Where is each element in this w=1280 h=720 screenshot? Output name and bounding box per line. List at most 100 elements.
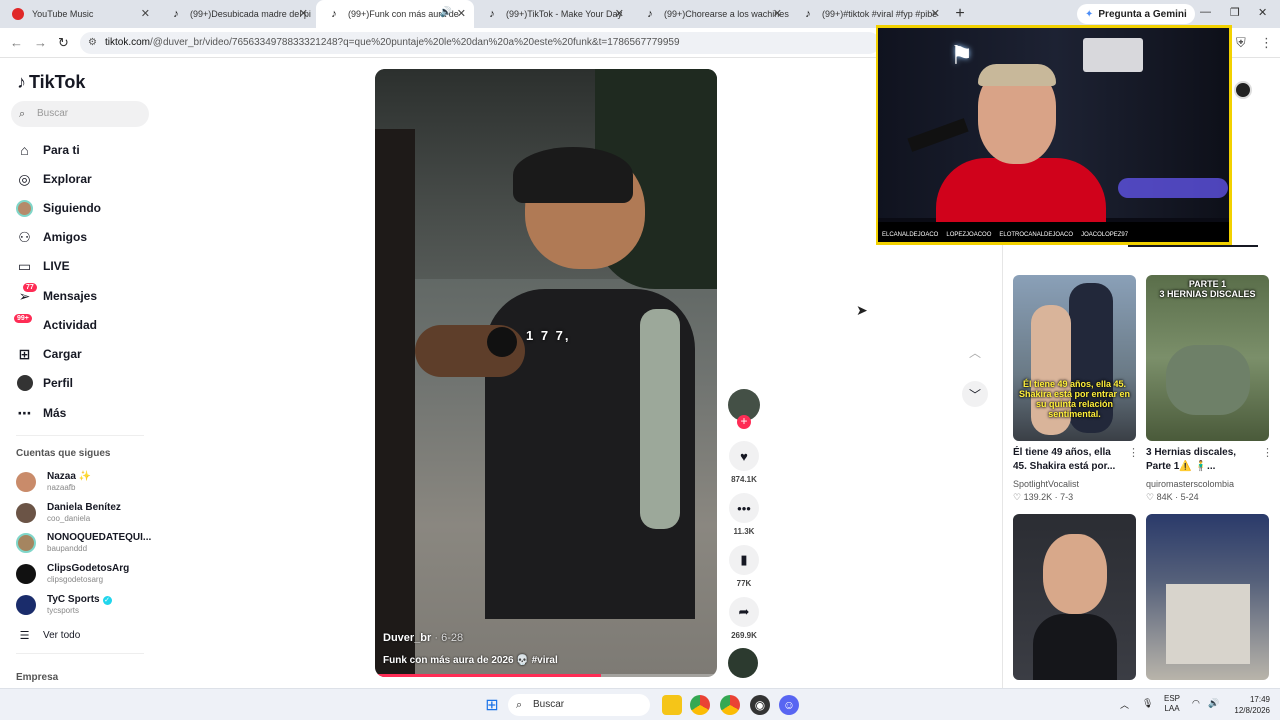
- taskbar-search[interactable]: ⌕ Buscar: [508, 694, 650, 716]
- compass-icon: ◎: [18, 170, 31, 187]
- footer-link[interactable]: Empresa: [16, 672, 58, 683]
- language-indicator[interactable]: ESP LAA: [1164, 694, 1180, 714]
- tiktok-icon: ♪: [489, 8, 495, 20]
- nav-item-mas[interactable]: ⋯ Más: [16, 403, 67, 423]
- close-window-icon[interactable]: ✕: [1258, 6, 1267, 19]
- speaker-icon[interactable]: 🔊: [440, 7, 452, 18]
- gemini-icon: ✦: [1085, 8, 1094, 20]
- close-tab-icon[interactable]: ✕: [141, 7, 150, 20]
- thumb-figure: [1033, 614, 1117, 680]
- close-tab-icon[interactable]: ✕: [773, 7, 782, 20]
- video-author[interactable]: Duver_br · 6-28: [383, 632, 463, 644]
- card-author[interactable]: quiromasterscolombia: [1146, 479, 1234, 489]
- windows-taskbar: ⊞ ⌕ Buscar ◉ ☺ ︿ 🎙 ESP LAA ◠ 🔊 17:49 12/8/2…: [0, 688, 1280, 720]
- windows-start-icon[interactable]: ⊞: [482, 695, 502, 715]
- share-button[interactable]: ➦ 269.9K: [728, 597, 760, 640]
- microphone-icon[interactable]: 🎙: [1142, 698, 1153, 709]
- browser-tab[interactable]: ♪ (99+)Desubicada madre del pi ✕: [158, 0, 316, 28]
- new-tab-button[interactable]: +: [948, 0, 972, 28]
- chrome-icon[interactable]: [720, 695, 740, 715]
- profile-icon[interactable]: [1234, 81, 1252, 99]
- nav-item-amigos[interactable]: ⚇ Amigos: [16, 227, 87, 247]
- music-disc[interactable]: [728, 648, 758, 678]
- chrome-icon[interactable]: [690, 695, 710, 715]
- following-account[interactable]: TyC Sports ✓ tycsports: [16, 593, 156, 617]
- tiktok-icon: ♪: [647, 8, 653, 20]
- see-all-link[interactable]: ☰ Ver todo: [16, 625, 81, 645]
- nav-item-cargar[interactable]: ⊞ Cargar: [16, 344, 82, 364]
- video-thumbnail[interactable]: PARTE 1 3 HERNIAS DISCALES: [1146, 275, 1269, 441]
- nav-item-perfil[interactable]: Perfil: [16, 373, 73, 393]
- volume-icon[interactable]: 🔊: [1208, 698, 1219, 709]
- close-tab-icon[interactable]: ✕: [299, 7, 308, 20]
- site-info-icon[interactable]: ⚙: [88, 32, 97, 54]
- more-options-icon[interactable]: ⋮: [1262, 446, 1273, 459]
- close-tab-icon[interactable]: ✕: [457, 7, 466, 20]
- browser-tab[interactable]: ♪ (99+)TikTok - Make Your Day ✕: [474, 0, 632, 28]
- following-account[interactable]: NONOQUEDATEQUI... baupanddd: [16, 531, 156, 555]
- gemini-label: Pregunta a Gemini: [1098, 8, 1187, 20]
- wifi-icon[interactable]: ◠: [1192, 698, 1200, 709]
- save-button[interactable]: ▮ 77K: [728, 545, 760, 588]
- card-title[interactable]: Él tiene 49 años, ella 45. Shakira está …: [1013, 446, 1125, 474]
- video-player[interactable]: 1 7 7, Duver_br · 6-28 Funk con más aura…: [375, 69, 717, 677]
- browser-tab-active[interactable]: ♪ (99+)Funk con más aura de 🔊 ✕: [316, 0, 474, 28]
- maximize-icon[interactable]: ❐: [1230, 6, 1240, 19]
- video-date: · 6-28: [431, 632, 464, 644]
- search-input[interactable]: ⌕ Buscar: [11, 101, 149, 127]
- clock[interactable]: 17:49 12/8/2026: [1226, 694, 1270, 716]
- file-explorer-icon[interactable]: [662, 695, 682, 715]
- url-field[interactable]: ⚙ tiktok.com/@duver_br/video/76563349788…: [80, 32, 880, 54]
- app-icon[interactable]: ◉: [750, 695, 770, 715]
- browser-tab[interactable]: ♪ (99+)Chorearse a los wachines ✕: [632, 0, 790, 28]
- video-thumbnail[interactable]: [1146, 514, 1269, 680]
- comment-button[interactable]: ••• 11.3K: [728, 493, 760, 536]
- scroll-down-button[interactable]: ﹀: [962, 381, 988, 407]
- more-options-icon[interactable]: ⋮: [1128, 446, 1139, 459]
- forward-icon[interactable]: →: [34, 35, 47, 50]
- follow-plus-icon[interactable]: +: [737, 415, 751, 429]
- url-host: tiktok.com: [105, 37, 151, 48]
- shield-icon[interactable]: ⛨: [1236, 35, 1246, 51]
- nav-item-para-ti[interactable]: ⌂ Para ti: [16, 140, 79, 160]
- tray-chevron-icon[interactable]: ︿: [1120, 698, 1129, 711]
- account-name: ClipsGodetosArg: [47, 563, 130, 574]
- gemini-button[interactable]: ✦ Pregunta a Gemini: [1077, 4, 1195, 24]
- tiktok-logo[interactable]: ♪ TikTok: [17, 72, 85, 93]
- discord-icon[interactable]: ☺: [779, 695, 799, 715]
- card-author[interactable]: SpotlightVocalist: [1013, 479, 1079, 489]
- search-icon: ⌕: [19, 108, 26, 120]
- following-account[interactable]: Nazaa ✨ nazaafb: [16, 470, 156, 494]
- following-account[interactable]: Daniela Benítez coo_daniela: [16, 501, 156, 525]
- handle-text: LOPEZJOACOO: [946, 232, 992, 238]
- more-icon: ⋯: [17, 404, 32, 421]
- nav-item-mensajes[interactable]: ➢ 77 Mensajes: [16, 282, 97, 306]
- nav-item-live[interactable]: ▭ LIVE: [16, 256, 70, 276]
- list-icon: ☰: [19, 629, 30, 642]
- chevron-up-icon: ︿: [968, 345, 981, 360]
- account-name: NONOQUEDATEQUI...: [47, 532, 152, 543]
- nav-item-siguiendo[interactable]: Siguiendo: [16, 198, 101, 218]
- minimize-icon[interactable]: —: [1200, 6, 1211, 18]
- tab-label: YouTube Music: [32, 9, 94, 19]
- back-icon[interactable]: ←: [10, 35, 23, 50]
- nav-label: Explorar: [43, 172, 92, 186]
- reload-icon[interactable]: ↻: [58, 35, 69, 51]
- menu-icon[interactable]: ⋮: [1260, 35, 1273, 51]
- browser-tab[interactable]: YouTube Music ✕: [0, 0, 158, 28]
- scroll-up-button[interactable]: ︿: [962, 339, 988, 365]
- close-tab-icon[interactable]: ✕: [615, 7, 624, 20]
- video-thumbnail[interactable]: Él tiene 49 años, ella 45. Shakira está …: [1013, 275, 1136, 441]
- close-tab-icon[interactable]: ✕: [931, 7, 940, 20]
- like-button[interactable]: ♥ 874.1K: [728, 441, 760, 484]
- logo-text: TikTok: [29, 72, 86, 92]
- nav-item-explorar[interactable]: ◎ Explorar: [16, 169, 92, 189]
- video-description: Funk con más aura de 2026 💀 #viral: [383, 655, 558, 666]
- browser-tab[interactable]: ♪ (99+)#tiktok #viral #fyp #pibe ✕: [790, 0, 948, 28]
- nav-item-actividad[interactable]: 99+ Actividad: [14, 313, 97, 335]
- following-account[interactable]: ClipsGodetosArg clipsgodetosarg: [16, 562, 156, 586]
- account-username: clipsgodetosarg: [47, 575, 104, 584]
- video-progress-bar[interactable]: [375, 674, 717, 677]
- video-thumbnail[interactable]: [1013, 514, 1136, 680]
- card-title[interactable]: 3 Hernias discales, Parte 1⚠️ 🧍‍♂️...: [1146, 446, 1258, 474]
